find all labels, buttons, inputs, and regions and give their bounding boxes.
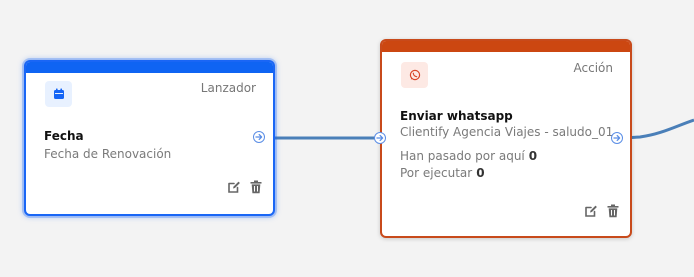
trigger-output-handle[interactable] <box>253 131 265 143</box>
stat-pending: Por ejecutar 0 <box>400 166 485 180</box>
stat-value: 0 <box>476 166 485 180</box>
edit-icon <box>584 205 597 217</box>
action-icon-box <box>401 62 428 88</box>
trigger-icon-box <box>45 81 72 107</box>
arrow-right-icon <box>255 133 263 141</box>
node-subtitle: Clientify Agencia Viajes - saludo_01 <box>400 125 614 139</box>
node-tools <box>226 179 263 194</box>
action-output-handle[interactable] <box>611 132 623 144</box>
stat-value: 0 <box>528 149 538 163</box>
edge-action-outgoing <box>622 118 694 140</box>
node-type-label: Acción <box>573 61 613 75</box>
node-title: Enviar whatsapp <box>400 109 513 123</box>
action-input-handle[interactable] <box>374 132 386 144</box>
edit-button[interactable] <box>226 179 241 194</box>
whatsapp-icon <box>409 69 420 81</box>
arrow-right-icon <box>376 134 384 142</box>
stat-label: Han pasado por aquí <box>400 149 525 163</box>
delete-button[interactable] <box>248 179 263 194</box>
delete-button[interactable] <box>605 203 620 218</box>
workflow-canvas[interactable]: Lanzador Fecha Fecha de Renovación Acció… <box>0 0 694 277</box>
edit-button[interactable] <box>583 203 598 218</box>
node-header-bar <box>26 62 273 73</box>
node-subtitle: Fecha de Renovación <box>44 147 172 161</box>
arrow-right-icon <box>613 134 621 142</box>
trash-icon <box>250 180 261 193</box>
node-title: Fecha <box>44 129 84 143</box>
edit-icon <box>227 181 240 193</box>
stat-label: Por ejecutar <box>400 166 473 180</box>
calendar-icon <box>53 88 64 99</box>
node-tools <box>583 203 620 218</box>
node-type-label: Lanzador <box>200 81 256 95</box>
trash-icon <box>607 204 618 217</box>
stat-passed: Han pasado por aquí 0 <box>400 149 537 163</box>
node-header-bar <box>382 41 630 52</box>
trigger-node[interactable]: Lanzador Fecha Fecha de Renovación <box>24 60 275 216</box>
action-node[interactable]: Acción Enviar whatsapp Clientify Agencia… <box>380 39 632 238</box>
